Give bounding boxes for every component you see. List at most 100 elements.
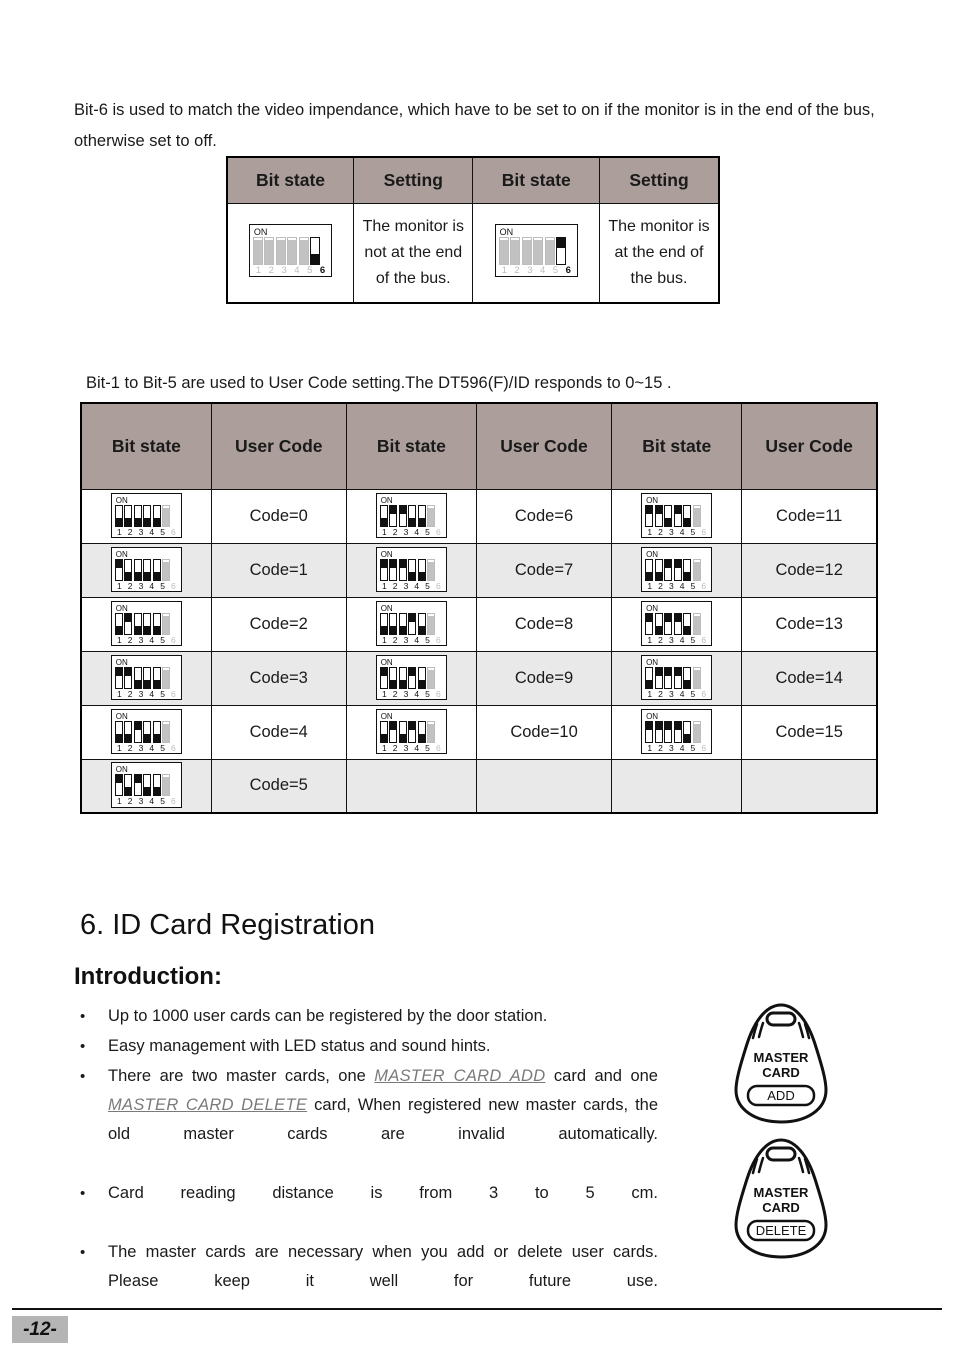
dip-lever-4 (673, 612, 682, 635)
master-card-add-fob-line2: CARD (762, 1065, 800, 1080)
dip-lever-4 (533, 236, 544, 265)
dip-number-6: 6 (435, 742, 441, 753)
dip-lever-6 (692, 720, 701, 743)
dip-number-1: 1 (117, 526, 122, 537)
dip-number-2: 2 (392, 688, 398, 699)
user-code-value-cell: Code=0 (210, 488, 347, 544)
user-code-bit-state-cell: ON 1 2 3 4 5 6 (345, 650, 477, 706)
dip-switch-levers (645, 612, 708, 635)
dip-switch-levers (379, 558, 443, 581)
master-card-delete-illustration: MASTER CARD DELETE (726, 1135, 836, 1266)
dip-number-6: 6 (435, 580, 441, 591)
dip-number-1: 1 (381, 742, 387, 753)
dip-lever-5 (152, 504, 161, 527)
dip-number-3: 3 (668, 688, 674, 699)
dip-number-row: 123456 (253, 266, 328, 276)
user-code-bit-state-cell: ON 1 2 3 4 5 6 (80, 596, 212, 652)
dip-on-label: ON (380, 711, 393, 721)
dip-lever-2 (124, 720, 133, 743)
dip-lever-5 (417, 612, 426, 635)
user-code-header-bit-state-3: Bit state (611, 402, 743, 490)
dip-number-3: 3 (138, 796, 144, 807)
dip-lever-3 (521, 236, 532, 265)
dip-number-row: 123456 (115, 688, 178, 699)
dip-number-row: 123456 (380, 742, 443, 753)
dip-number-6: 6 (701, 742, 707, 753)
dip-number-2: 2 (127, 688, 133, 699)
dip-number-1: 1 (117, 580, 122, 591)
end-bus-header-setting-1: Setting (353, 156, 474, 204)
dip-lever-4 (673, 504, 682, 527)
dip-lever-6 (162, 774, 171, 797)
dip-lever-4 (673, 666, 682, 689)
dip-lever-3 (133, 720, 142, 743)
dip-switch-levers (498, 236, 574, 265)
dip-switch-levers (114, 558, 178, 581)
user-code-bit-state-cell (345, 758, 477, 814)
bullet-marker-icon: • (80, 1185, 86, 1202)
user-code-bit-state-cell: ON 1 2 3 4 5 6 (611, 488, 743, 544)
user-code-header-user-code-1: User Code (210, 402, 347, 490)
dip-lever-6 (427, 612, 436, 635)
dip-lever-1 (379, 612, 388, 635)
dip-lever-2 (124, 774, 133, 797)
master-card-add-fob-action-label: ADD (767, 1088, 794, 1103)
dip-lever-5 (417, 558, 426, 581)
user-code-bit-state-cell: ON 1 2 3 4 5 6 (80, 704, 212, 760)
dip-on-label: ON (115, 603, 128, 613)
bullet-text-run: Easy management with LED status and soun… (108, 1037, 491, 1055)
dip-switch-icon: ON 1 2 3 4 5 6 (494, 223, 578, 278)
dip-number-2: 2 (127, 742, 133, 753)
dip-switch-icon: ON 1 2 3 4 5 6 (110, 654, 182, 700)
bullet-text-run: The master cards are necessary when you … (108, 1243, 658, 1290)
dip-number-3: 3 (138, 688, 144, 699)
dip-on-label: ON (646, 657, 659, 667)
end-bus-bit-state-at-end: ON 1 2 3 4 5 6 (472, 202, 601, 304)
dip-number-6: 6 (435, 526, 441, 537)
section-subtitle: Introduction: (74, 962, 222, 990)
dip-lever-2 (654, 666, 663, 689)
dip-number-row: 123456 (380, 526, 443, 537)
dip-lever-5 (683, 504, 692, 527)
dip-on-label: ON (115, 549, 128, 559)
dip-number-1: 1 (501, 264, 507, 276)
dip-lever-3 (664, 612, 673, 635)
dip-number-3: 3 (138, 742, 144, 753)
dip-number-row: 123456 (380, 635, 443, 645)
dip-on-label: ON (115, 711, 128, 721)
dip-on-label: ON (380, 657, 393, 667)
user-code-value-cell: Code=13 (741, 596, 878, 652)
dip-lever-1 (379, 558, 388, 581)
dip-number-1: 1 (647, 526, 653, 537)
dip-on-label: ON (646, 495, 659, 505)
end-bus-header-bit-state-2: Bit state (472, 156, 601, 204)
dip-number-6: 6 (170, 796, 176, 807)
bullet-item: • There are two master cards, one MASTER … (74, 1062, 658, 1178)
user-code-bit-state-cell: ON 1 2 3 4 5 6 (611, 542, 743, 598)
bullet-item: • Up to 1000 user cards can be registered… (74, 1002, 658, 1031)
dip-lever-5 (417, 504, 426, 527)
dip-number-3: 3 (668, 634, 674, 645)
dip-lever-1 (645, 666, 654, 689)
dip-number-row: 123456 (115, 634, 178, 645)
bullet-text-run: Up to 1000 user cards can be registered … (108, 1007, 548, 1025)
dip-lever-3 (275, 236, 286, 265)
dip-number-4: 4 (149, 634, 155, 645)
dip-number-2: 2 (127, 526, 133, 537)
dip-lever-4 (143, 612, 152, 635)
dip-lever-1 (645, 720, 654, 743)
dip-switch-levers (114, 720, 178, 743)
dip-number-6: 6 (170, 580, 176, 591)
bullet-text-run: Card reading distance is from 3 to 5 cm. (108, 1184, 658, 1202)
dip-lever-3 (398, 558, 407, 581)
user-code-header-user-code-2: User Code (475, 402, 613, 490)
user-code-bit-state-cell: ON 1 2 3 4 5 6 (80, 758, 212, 814)
bit1-5-paragraph: Bit-1 to Bit-5 are used to User Code set… (86, 373, 672, 392)
dip-number-6: 6 (701, 688, 707, 699)
dip-lever-6 (692, 504, 701, 527)
bullet-text-run: There are two master cards, one (108, 1067, 375, 1085)
dip-lever-3 (133, 612, 142, 635)
dip-lever-2 (124, 558, 133, 581)
dip-lever-3 (664, 558, 673, 581)
dip-number-row: 123456 (645, 742, 708, 753)
